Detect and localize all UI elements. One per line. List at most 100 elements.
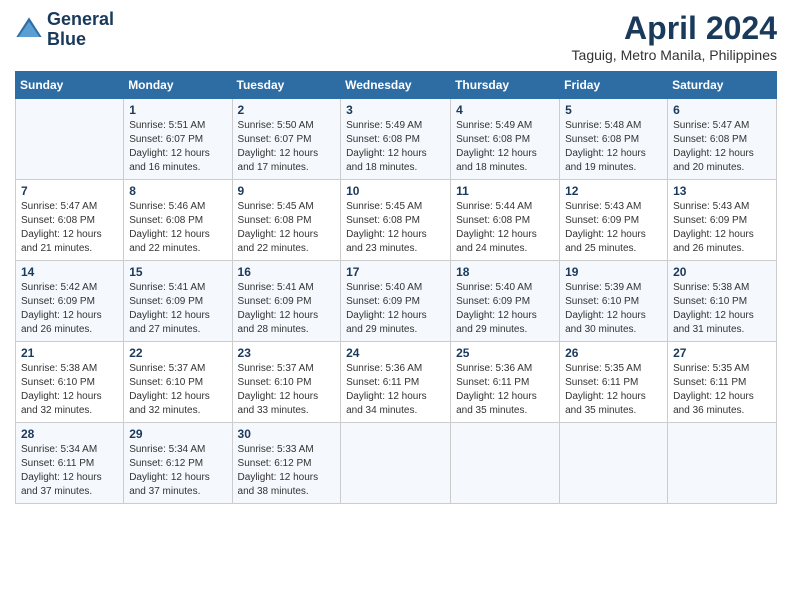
logo-icon [15, 16, 43, 44]
calendar-cell [16, 99, 124, 180]
day-number: 9 [238, 184, 336, 198]
calendar-cell [341, 423, 451, 504]
calendar-cell: 9 Sunrise: 5:45 AMSunset: 6:08 PMDaylight… [232, 180, 341, 261]
calendar-week-row: 28 Sunrise: 5:34 AMSunset: 6:11 PMDayligh… [16, 423, 777, 504]
day-number: 26 [565, 346, 662, 360]
weekday-header: Thursday [451, 72, 560, 99]
page-header: General Blue April 2024 Taguig, Metro Ma… [15, 10, 777, 63]
day-number: 7 [21, 184, 118, 198]
day-number: 13 [673, 184, 771, 198]
calendar-cell: 20 Sunrise: 5:38 AMSunset: 6:10 PMDayligh… [668, 261, 777, 342]
day-info: Sunrise: 5:37 AMSunset: 6:10 PMDaylight:… [238, 362, 336, 418]
day-info: Sunrise: 5:44 AMSunset: 6:08 PMDaylight:… [456, 200, 554, 256]
calendar-cell: 30 Sunrise: 5:33 AMSunset: 6:12 PMDayligh… [232, 423, 341, 504]
calendar-cell [668, 423, 777, 504]
calendar-week-row: 7 Sunrise: 5:47 AMSunset: 6:08 PMDaylight… [16, 180, 777, 261]
day-info: Sunrise: 5:45 AMSunset: 6:08 PMDaylight:… [238, 200, 336, 256]
calendar-cell: 8 Sunrise: 5:46 AMSunset: 6:08 PMDaylight… [124, 180, 232, 261]
weekday-header: Monday [124, 72, 232, 99]
calendar-cell: 15Sunrise: 5:41 AMSunset: 6:09 PMDayligh… [124, 261, 232, 342]
day-info: Sunrise: 5:37 AMSunset: 6:10 PMDaylight:… [129, 362, 226, 418]
calendar-header: SundayMondayTuesdayWednesdayThursdayFrid… [16, 72, 777, 99]
day-number: 10 [346, 184, 445, 198]
day-info: Sunrise: 5:40 AMSunset: 6:09 PMDaylight:… [456, 281, 554, 337]
day-info: Sunrise: 5:39 AMSunset: 6:10 PMDaylight:… [565, 281, 662, 337]
title-block: April 2024 Taguig, Metro Manila, Philipp… [572, 10, 777, 63]
day-number: 29 [129, 427, 226, 441]
day-info: Sunrise: 5:35 AMSunset: 6:11 PMDaylight:… [673, 362, 771, 418]
day-info: Sunrise: 5:47 AMSunset: 6:08 PMDaylight:… [21, 200, 118, 256]
day-info: Sunrise: 5:49 AMSunset: 6:08 PMDaylight:… [346, 119, 445, 175]
day-number: 23 [238, 346, 336, 360]
day-info: Sunrise: 5:38 AMSunset: 6:10 PMDaylight:… [673, 281, 771, 337]
day-number: 27 [673, 346, 771, 360]
day-number: 12 [565, 184, 662, 198]
calendar-cell: 4 Sunrise: 5:49 AMSunset: 6:08 PMDaylight… [451, 99, 560, 180]
calendar-week-row: 21 Sunrise: 5:38 AMSunset: 6:10 PMDayligh… [16, 342, 777, 423]
day-number: 24 [346, 346, 445, 360]
logo-text: General Blue [47, 10, 114, 50]
day-info: Sunrise: 5:33 AMSunset: 6:12 PMDaylight:… [238, 443, 336, 499]
calendar-week-row: 1Sunrise: 5:51 AMSunset: 6:07 PMDaylight… [16, 99, 777, 180]
calendar-cell: 3 Sunrise: 5:49 AMSunset: 6:08 PMDaylight… [341, 99, 451, 180]
day-number: 22 [129, 346, 226, 360]
month-title: April 2024 [572, 10, 777, 47]
weekday-header: Wednesday [341, 72, 451, 99]
calendar-cell: 16 Sunrise: 5:41 AMSunset: 6:09 PMDayligh… [232, 261, 341, 342]
day-number: 28 [21, 427, 118, 441]
day-number: 3 [346, 103, 445, 117]
weekday-header: Sunday [16, 72, 124, 99]
day-number: 30 [238, 427, 336, 441]
weekday-header: Saturday [668, 72, 777, 99]
day-info: Sunrise: 5:43 AMSunset: 6:09 PMDaylight:… [565, 200, 662, 256]
day-number: 18 [456, 265, 554, 279]
calendar-cell: 19Sunrise: 5:39 AMSunset: 6:10 PMDayligh… [560, 261, 668, 342]
day-info: Sunrise: 5:48 AMSunset: 6:08 PMDaylight:… [565, 119, 662, 175]
day-number: 15 [129, 265, 226, 279]
day-info: Sunrise: 5:46 AMSunset: 6:08 PMDaylight:… [129, 200, 226, 256]
calendar-cell: 23 Sunrise: 5:37 AMSunset: 6:10 PMDayligh… [232, 342, 341, 423]
calendar-cell: 13Sunrise: 5:43 AMSunset: 6:09 PMDayligh… [668, 180, 777, 261]
calendar-cell: 22 Sunrise: 5:37 AMSunset: 6:10 PMDayligh… [124, 342, 232, 423]
day-number: 14 [21, 265, 118, 279]
day-number: 21 [21, 346, 118, 360]
calendar-cell: 17Sunrise: 5:40 AMSunset: 6:09 PMDayligh… [341, 261, 451, 342]
day-number: 16 [238, 265, 336, 279]
day-number: 6 [673, 103, 771, 117]
day-info: Sunrise: 5:38 AMSunset: 6:10 PMDaylight:… [21, 362, 118, 418]
location: Taguig, Metro Manila, Philippines [572, 47, 777, 63]
calendar-cell: 2 Sunrise: 5:50 AMSunset: 6:07 PMDaylight… [232, 99, 341, 180]
calendar-cell: 6 Sunrise: 5:47 AMSunset: 6:08 PMDaylight… [668, 99, 777, 180]
day-info: Sunrise: 5:36 AMSunset: 6:11 PMDaylight:… [346, 362, 445, 418]
day-info: Sunrise: 5:50 AMSunset: 6:07 PMDaylight:… [238, 119, 336, 175]
weekday-header: Tuesday [232, 72, 341, 99]
day-info: Sunrise: 5:51 AMSunset: 6:07 PMDaylight:… [129, 119, 226, 175]
day-number: 5 [565, 103, 662, 117]
day-info: Sunrise: 5:41 AMSunset: 6:09 PMDaylight:… [238, 281, 336, 337]
calendar-cell: 24 Sunrise: 5:36 AMSunset: 6:11 PMDayligh… [341, 342, 451, 423]
calendar-cell: 7 Sunrise: 5:47 AMSunset: 6:08 PMDaylight… [16, 180, 124, 261]
calendar-cell: 26 Sunrise: 5:35 AMSunset: 6:11 PMDayligh… [560, 342, 668, 423]
logo: General Blue [15, 10, 114, 50]
day-info: Sunrise: 5:49 AMSunset: 6:08 PMDaylight:… [456, 119, 554, 175]
calendar-cell: 28 Sunrise: 5:34 AMSunset: 6:11 PMDayligh… [16, 423, 124, 504]
day-info: Sunrise: 5:42 AMSunset: 6:09 PMDaylight:… [21, 281, 118, 337]
day-number: 11 [456, 184, 554, 198]
day-info: Sunrise: 5:47 AMSunset: 6:08 PMDaylight:… [673, 119, 771, 175]
day-number: 20 [673, 265, 771, 279]
day-number: 2 [238, 103, 336, 117]
day-info: Sunrise: 5:36 AMSunset: 6:11 PMDaylight:… [456, 362, 554, 418]
day-info: Sunrise: 5:34 AMSunset: 6:11 PMDaylight:… [21, 443, 118, 499]
calendar-week-row: 14 Sunrise: 5:42 AMSunset: 6:09 PMDayligh… [16, 261, 777, 342]
calendar-cell [560, 423, 668, 504]
day-info: Sunrise: 5:35 AMSunset: 6:11 PMDaylight:… [565, 362, 662, 418]
day-number: 8 [129, 184, 226, 198]
weekday-header: Friday [560, 72, 668, 99]
day-info: Sunrise: 5:34 AMSunset: 6:12 PMDaylight:… [129, 443, 226, 499]
calendar-cell: 27 Sunrise: 5:35 AMSunset: 6:11 PMDayligh… [668, 342, 777, 423]
calendar-cell: 14 Sunrise: 5:42 AMSunset: 6:09 PMDayligh… [16, 261, 124, 342]
calendar-cell: 12 Sunrise: 5:43 AMSunset: 6:09 PMDayligh… [560, 180, 668, 261]
day-number: 4 [456, 103, 554, 117]
calendar-cell: 10Sunrise: 5:45 AMSunset: 6:08 PMDayligh… [341, 180, 451, 261]
calendar-cell: 5 Sunrise: 5:48 AMSunset: 6:08 PMDaylight… [560, 99, 668, 180]
